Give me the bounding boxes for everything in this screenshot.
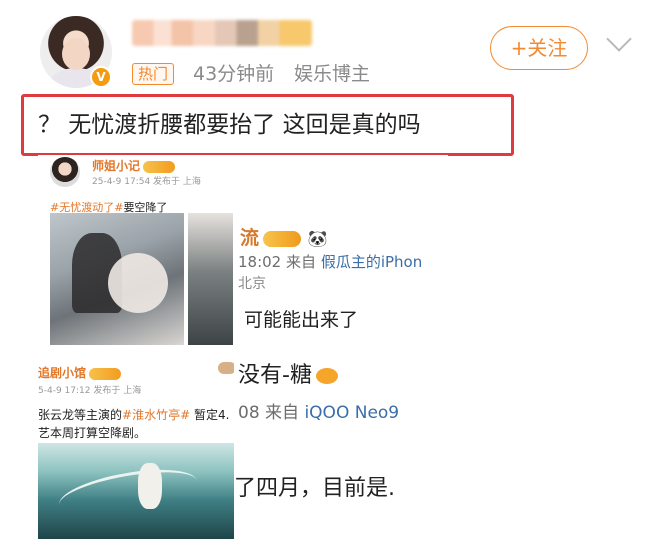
card3-text-line1: 张云龙等主演的#淮水竹亭# 暂定4. xyxy=(38,406,229,423)
card2-meta-line1: 18:02 来自 假瓜主的iPhon xyxy=(238,251,422,272)
post-source: 娱乐博主 xyxy=(294,63,371,85)
level-badge-icon xyxy=(89,367,122,380)
chevron-down-icon[interactable] xyxy=(606,26,632,52)
level-badge-icon xyxy=(263,230,302,247)
post-image[interactable]: 师姐小记 25-4-9 17:54 发布于 上海 #无忧渡动了#要空降了 追剧小… xyxy=(38,155,448,543)
drama-still-side-image xyxy=(188,213,233,345)
card2-time: 18:02 xyxy=(238,253,282,271)
card3-text-line2: 艺本周打算空降剧。 xyxy=(38,426,147,440)
card3-text-suffix: 暂定4. xyxy=(190,408,230,422)
follow-button[interactable]: +关注 xyxy=(490,26,588,70)
avatar-face xyxy=(62,38,90,70)
card3-hashtag: #淮水竹亭# xyxy=(122,408,191,422)
card3-username-text: 追剧小馆 xyxy=(38,366,87,380)
fish-emoji-icon xyxy=(315,368,338,384)
verified-badge-icon: V xyxy=(90,66,112,88)
card1-avatar xyxy=(50,157,80,187)
card2-username: 流 🐼 xyxy=(240,223,328,250)
card1-meta: 25-4-9 17:54 发布于 上海 xyxy=(92,177,201,187)
poster-figure xyxy=(138,463,162,509)
card3-meta: 5-4-9 17:12 发布于 上海 xyxy=(38,386,142,396)
card2-meta2-source: iQOO Neo9 xyxy=(304,403,400,423)
card1-username: 师姐小记 xyxy=(92,157,176,174)
card2-from: 来自 xyxy=(286,253,317,271)
card2-meta-line2: 08 来自 iQOO Neo9 xyxy=(238,398,399,423)
level-badge-icon xyxy=(143,160,176,173)
post-text: ？ 无忧渡折腰都要抬了 这回是真的吗 xyxy=(21,94,514,156)
panda-icon: 🐼 xyxy=(307,229,328,248)
username-blurred[interactable] xyxy=(132,20,312,46)
card2-meta2-from: 来自 xyxy=(265,403,300,423)
card2-comment2-text: 没有-糖 xyxy=(238,363,312,388)
post-time: 43分钟前 xyxy=(193,63,275,85)
card2-location: 北京 xyxy=(238,276,266,292)
card2-comment3: 了四月，目前是. xyxy=(234,476,395,501)
card2-source: 假瓜主的iPhon xyxy=(320,253,423,271)
drama-still-image xyxy=(50,213,184,345)
drama-poster-image xyxy=(38,443,234,539)
comments-screenshot: 流 🐼 18:02 来自 假瓜主的iPhon 北京 可能能出来了 没有-糖 08… xyxy=(234,193,448,543)
still-figure-right xyxy=(108,253,168,313)
card2-comment2: 没有-糖 xyxy=(238,357,338,389)
card1-username-text: 师姐小记 xyxy=(92,159,141,173)
poster-wave xyxy=(55,461,201,525)
hot-tag: 热门 xyxy=(132,63,175,85)
card3-username: 追剧小馆 xyxy=(38,364,122,381)
card2-comment1: 可能能出来了 xyxy=(244,309,359,331)
card2-meta2-prefix: 08 xyxy=(238,403,260,423)
card2-username-text: 流 xyxy=(240,227,260,249)
card3-text-prefix: 张云龙等主演的 xyxy=(38,408,123,422)
